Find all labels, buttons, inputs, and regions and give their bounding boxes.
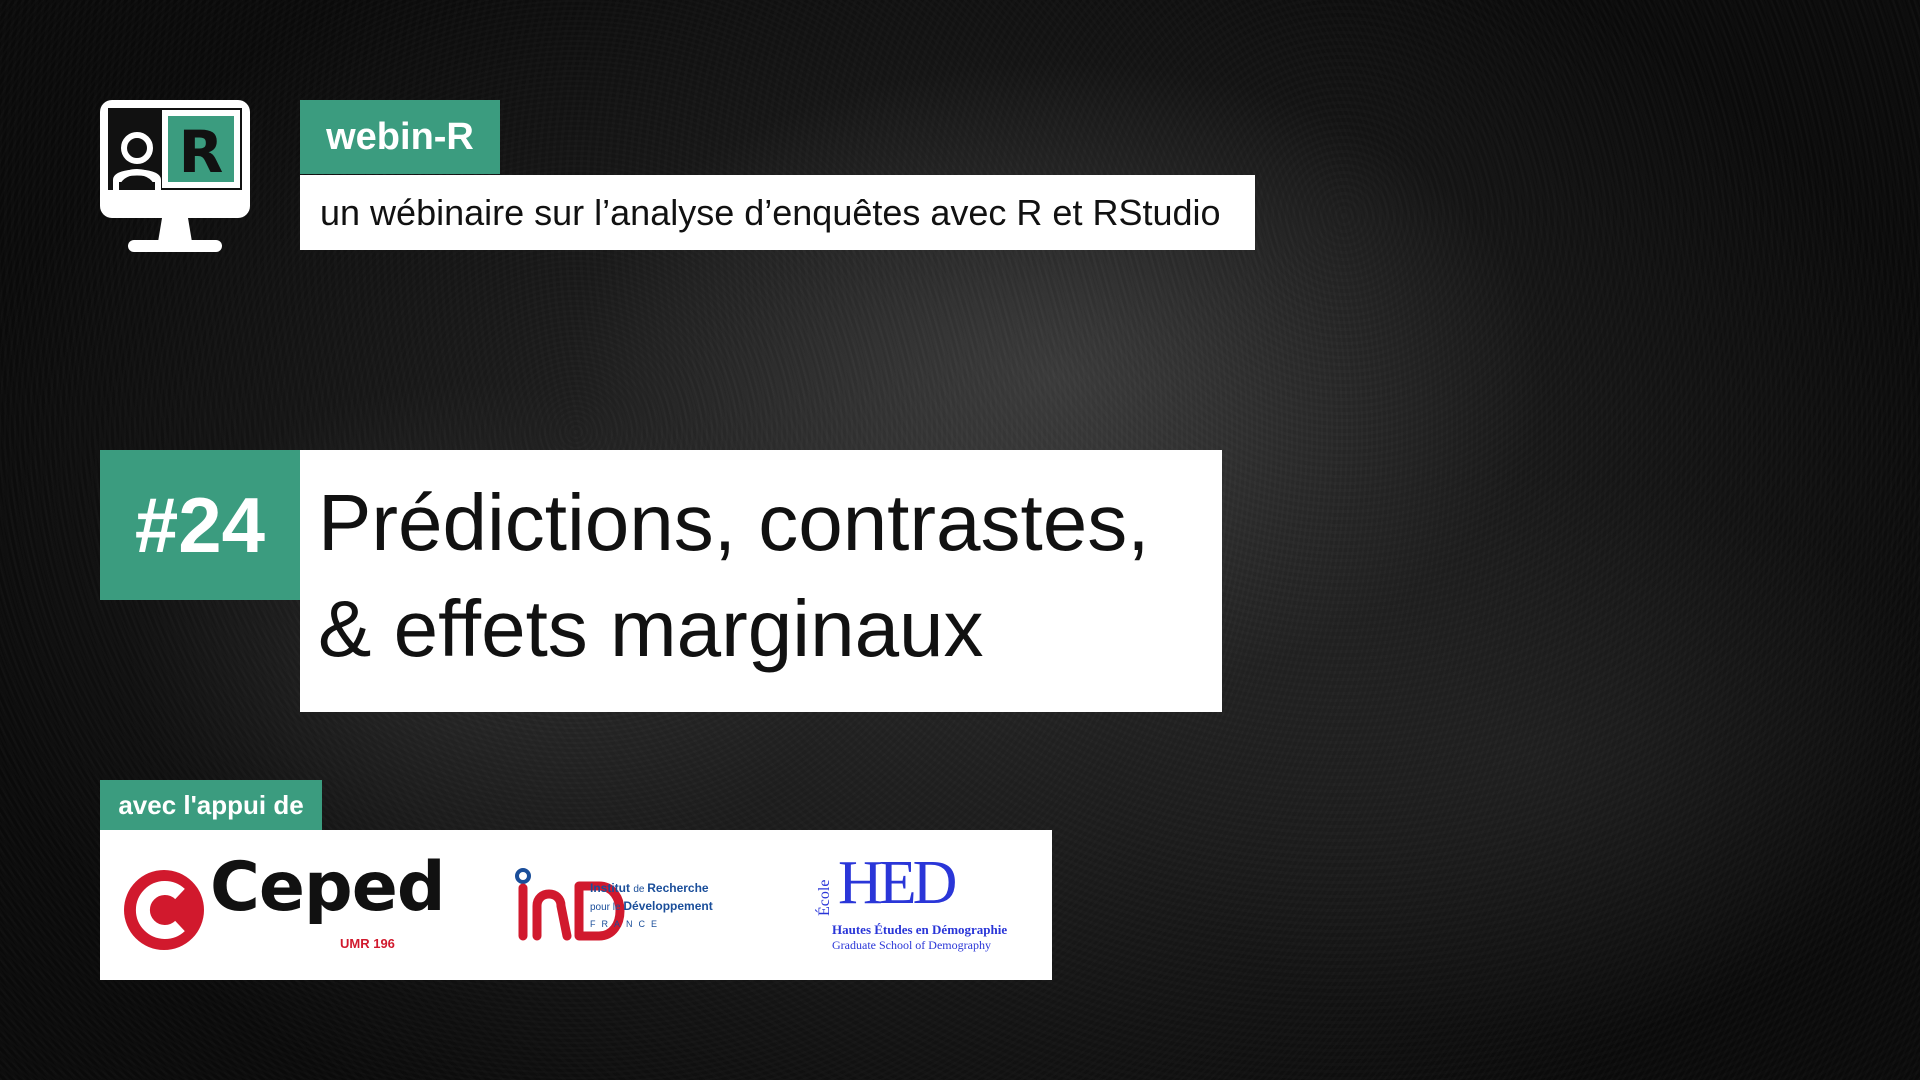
brand-tag: webin-R xyxy=(300,100,500,174)
hed-english-name: Graduate School of Demography xyxy=(832,938,991,952)
monitor-person-r-icon: R xyxy=(100,100,250,252)
hed-name: Hautes Études en Démographie xyxy=(832,922,1008,937)
episode-title: Prédictions, contrastes, & effets margin… xyxy=(300,450,1222,712)
ird-wordmark: Institut de Recherche pour le Développem… xyxy=(590,880,713,932)
ird-country: FRANCE xyxy=(590,919,664,929)
hed-ecole: École xyxy=(816,879,833,916)
ird-line2-small: pour le xyxy=(590,902,624,913)
ceped-name: Ceped xyxy=(210,848,445,927)
partner-logos: Ceped UMR 196 Institut de Recherche pour… xyxy=(100,830,1052,980)
series-subtitle: un wébinaire sur l’analyse d’enquêtes av… xyxy=(300,175,1255,250)
svg-text:R: R xyxy=(179,118,224,186)
support-label: avec l'appui de xyxy=(100,780,322,830)
episode-number: #24 xyxy=(100,450,300,600)
hed-acronym: HED xyxy=(838,849,957,917)
ceped-umr: UMR 196 xyxy=(340,936,395,951)
ird-line1-suffix: Recherche xyxy=(647,881,709,895)
ird-line1-small: de xyxy=(633,884,648,895)
ird-line1-prefix: Institut xyxy=(590,881,634,895)
ird-line2-suffix: Développement xyxy=(623,899,713,913)
episode-title-line1: Prédictions, contrastes, xyxy=(318,478,1150,567)
episode-title-line2: & effets marginaux xyxy=(318,584,984,673)
